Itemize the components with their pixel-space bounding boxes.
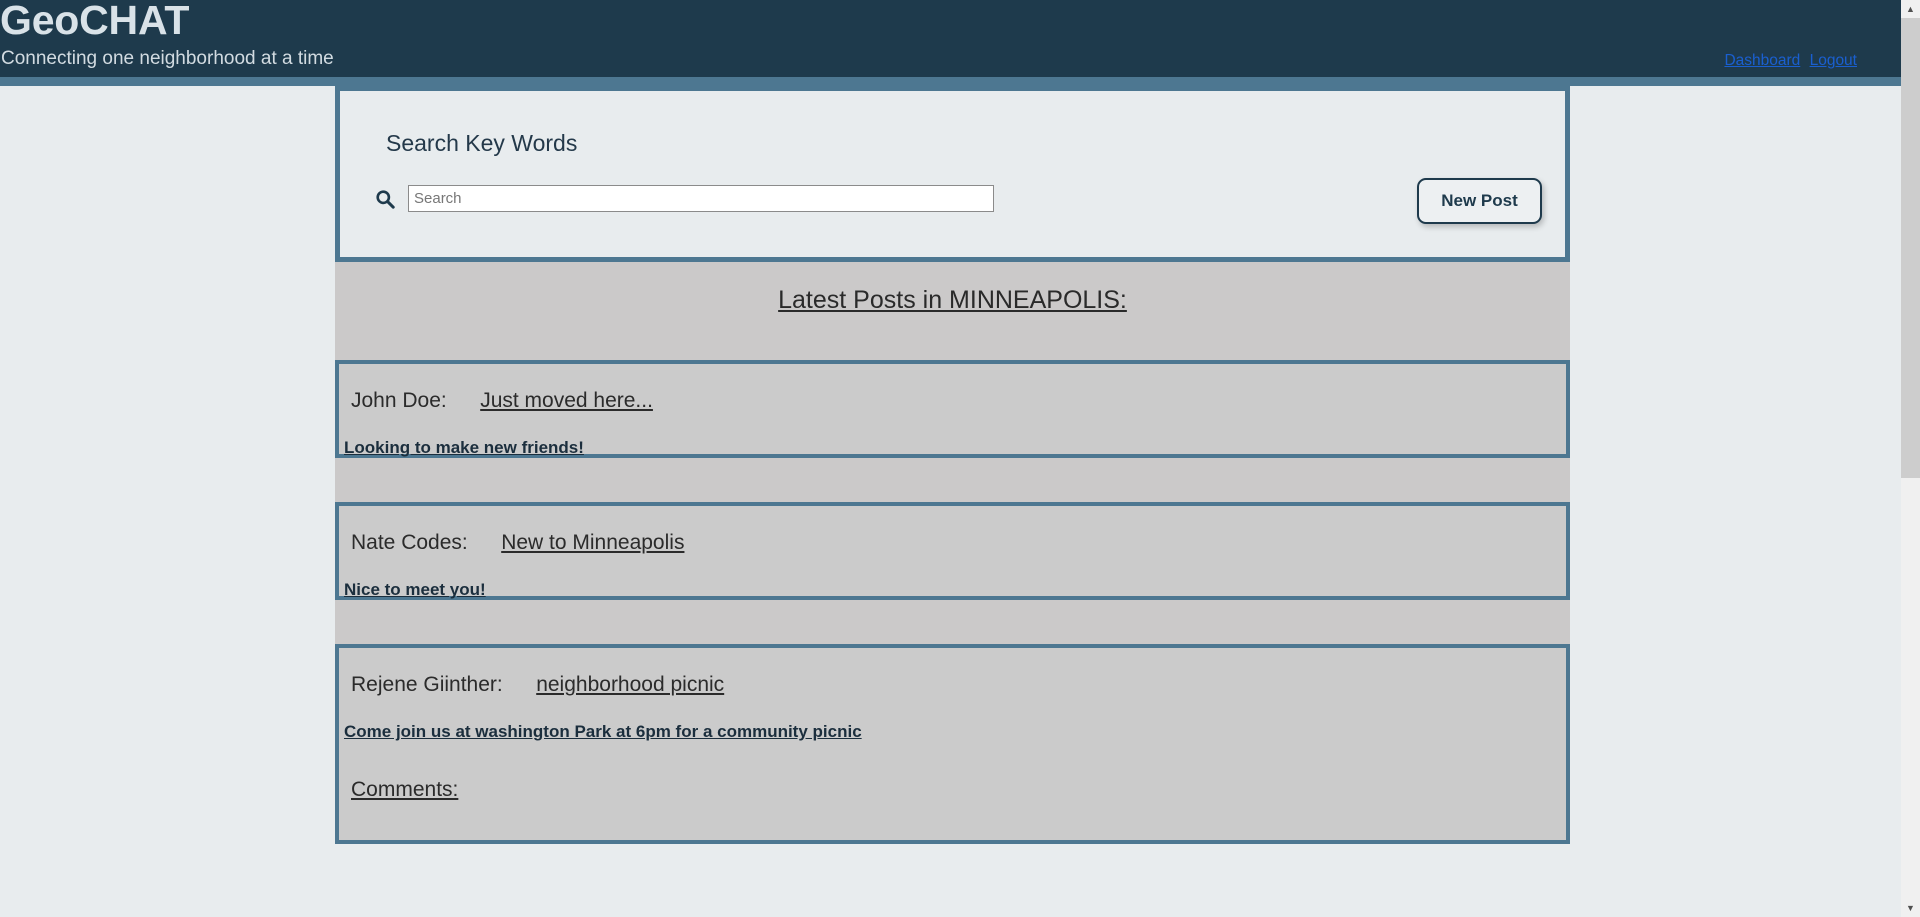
latest-posts-label: Latest Posts in MINNEAPOLIS: (778, 286, 1127, 314)
post-header: John Doe: Just moved here... (339, 364, 1566, 413)
browser-scrollbar[interactable]: ▲ ▼ (1901, 0, 1920, 917)
header-nav: Dashboard Logout (1719, 52, 1857, 70)
post-author: John Doe: (351, 389, 447, 412)
post-author: Nate Codes: (351, 531, 468, 554)
post-separator (335, 458, 1570, 502)
post-header: Nate Codes: New to Minneapolis (339, 506, 1566, 555)
post-body: Come join us at washington Park at 6pm f… (344, 722, 862, 741)
post-separator (335, 600, 1570, 644)
post-card[interactable]: Nate Codes: New to Minneapolis Nice to m… (335, 502, 1570, 600)
post-title-link[interactable]: New to Minneapolis (501, 531, 684, 554)
nav-link-logout[interactable]: Logout (1810, 52, 1857, 69)
browser-viewport: GeoCHAT Connecting one neighborhood at a… (0, 0, 1920, 917)
nav-link-dashboard[interactable]: Dashboard (1724, 52, 1800, 69)
scrollbar-thumb[interactable] (1901, 18, 1920, 478)
page-root: GeoCHAT Connecting one neighborhood at a… (0, 0, 1901, 917)
search-panel: Search Key Words New Post (335, 86, 1570, 262)
search-row (372, 185, 994, 212)
scroll-up-arrow-icon[interactable]: ▲ (1901, 0, 1920, 18)
post-title-link[interactable]: Just moved here... (480, 389, 653, 412)
post-body: Looking to make new friends! (344, 438, 584, 457)
post-card[interactable]: Rejene Giinther: neighborhood picnic Com… (335, 644, 1570, 844)
site-tagline: Connecting one neighborhood at a time (1, 48, 334, 69)
post-card[interactable]: John Doe: Just moved here... Looking to … (335, 360, 1570, 458)
post-header: Rejene Giinther: neighborhood picnic (339, 648, 1566, 697)
post-comments-label: Comments: (351, 778, 459, 801)
post-author: Rejene Giinther: (351, 673, 503, 696)
site-logo-text: GeoCHAT (0, 0, 190, 43)
search-heading: Search Key Words (386, 130, 578, 156)
post-body: Nice to meet you! (344, 580, 486, 599)
content-column: Search Key Words New Post Latest Posts i… (335, 86, 1570, 844)
new-post-button[interactable]: New Post (1417, 178, 1542, 224)
scroll-down-arrow-icon[interactable]: ▼ (1901, 899, 1920, 917)
post-title-link[interactable]: neighborhood picnic (536, 673, 724, 696)
search-icon (372, 186, 398, 212)
latest-posts-banner: Latest Posts in MINNEAPOLIS: (335, 262, 1570, 360)
search-input[interactable] (408, 185, 994, 212)
site-header: GeoCHAT Connecting one neighborhood at a… (0, 0, 1901, 86)
